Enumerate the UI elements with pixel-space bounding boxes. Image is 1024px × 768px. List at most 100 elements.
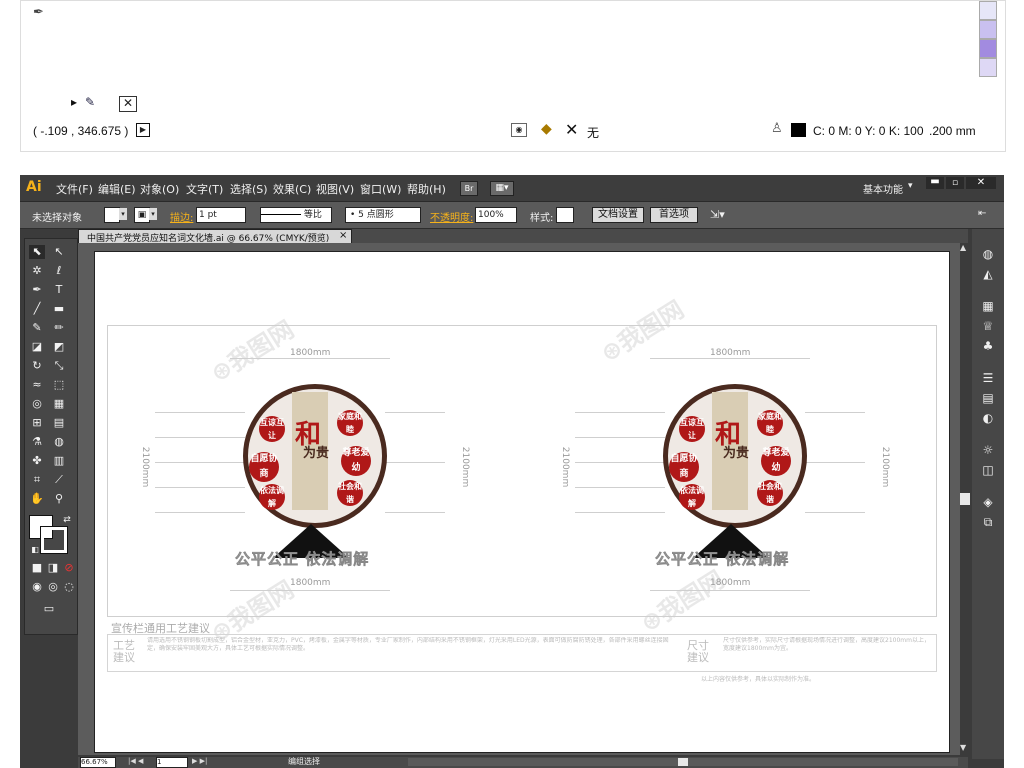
- perspective-grid-tool-icon[interactable]: ▦: [51, 397, 67, 411]
- rotate-tool-icon[interactable]: ↻: [29, 359, 45, 373]
- hand-tool-icon[interactable]: ✋: [29, 492, 45, 506]
- opacity-label[interactable]: 不透明度:: [430, 209, 473, 224]
- type-tool-icon[interactable]: T: [51, 283, 67, 297]
- fill-swatch[interactable]: [104, 207, 120, 223]
- selection-arrow-icon: ▸: [71, 95, 78, 109]
- first-artboard-icon[interactable]: |◀ ◀: [128, 757, 143, 765]
- color-guide-icon[interactable]: ◭: [979, 267, 997, 281]
- magic-wand-tool-icon[interactable]: ✲: [29, 264, 45, 278]
- menu-help[interactable]: 帮助(H): [407, 181, 446, 197]
- none-fill-icon[interactable]: ✕: [119, 96, 137, 112]
- horizontal-scrollbar[interactable]: [408, 758, 958, 766]
- screen-mode-icon[interactable]: ▭: [41, 602, 57, 616]
- draw-behind-icon[interactable]: ◎: [45, 580, 61, 594]
- stroke-label[interactable]: 描边:: [170, 209, 193, 224]
- scroll-down-arrow-icon[interactable]: ▼: [960, 743, 966, 752]
- close-window-button[interactable]: ✕: [966, 177, 996, 189]
- size-label: 尺寸建议: [687, 639, 709, 664]
- transform-icon[interactable]: ⇲▾: [710, 208, 725, 221]
- free-transform-tool-icon[interactable]: ⬚: [51, 378, 67, 392]
- workspace-switcher[interactable]: 基本功能: [863, 181, 903, 196]
- transparency-icon[interactable]: ◐: [979, 411, 997, 425]
- menu-file[interactable]: 文件(F): [56, 181, 93, 197]
- lasso-tool-icon[interactable]: ℓ: [51, 264, 67, 278]
- variable-width-profile[interactable]: 等比: [260, 207, 332, 223]
- slice-tool-icon[interactable]: ⟋: [51, 473, 67, 487]
- artboards-icon[interactable]: ⧉: [979, 515, 997, 529]
- warp-tool-icon[interactable]: ≈: [29, 378, 45, 392]
- selection-tool-icon[interactable]: ⬉: [29, 245, 45, 259]
- color-mode-icon[interactable]: ■: [29, 561, 45, 575]
- column-graph-tool-icon[interactable]: ▥: [51, 454, 67, 468]
- stroke-weight-field[interactable]: 1 pt: [196, 207, 246, 223]
- panel-menu-icon[interactable]: ⇤: [978, 208, 986, 219]
- maximize-button[interactable]: ▫: [946, 177, 964, 189]
- menu-object[interactable]: 对象(O): [140, 181, 179, 197]
- arrange-documents-icon[interactable]: ▦▾: [490, 181, 514, 196]
- artboard-number-field[interactable]: 1: [156, 757, 188, 768]
- gradient-panel-icon[interactable]: ▤: [979, 391, 997, 405]
- menu-type[interactable]: 文字(T): [186, 181, 223, 197]
- scroll-up-arrow-icon[interactable]: ▲: [960, 243, 966, 252]
- zoom-tool-icon[interactable]: ⚲: [51, 492, 67, 506]
- workspace-dropdown-icon[interactable]: ▾: [908, 181, 913, 191]
- next-artboard-icon[interactable]: ▶ ▶|: [192, 757, 207, 765]
- close-tab-icon[interactable]: ×: [339, 230, 347, 241]
- swatches-icon[interactable]: ▦: [979, 299, 997, 313]
- color-panel-icon[interactable]: ◍: [979, 247, 997, 261]
- minimize-button[interactable]: ▬: [926, 177, 944, 189]
- artboard[interactable]: ⊛我图网 ⊛我图网 ⊛我图网 ⊛我图网 1800mm 2100mm 2100mm: [94, 251, 950, 753]
- default-colors-icon[interactable]: ◧: [27, 543, 43, 557]
- scale-tool-icon[interactable]: ⤡: [51, 359, 67, 373]
- pen-tool-icon[interactable]: ✒: [29, 283, 45, 297]
- stroke-swatch[interactable]: ▣: [134, 207, 150, 223]
- canvas-area[interactable]: ⊛我图网 ⊛我图网 ⊛我图网 ⊛我图网 1800mm 2100mm 2100mm: [78, 243, 960, 755]
- rectangle-tool-icon[interactable]: ▬: [51, 302, 67, 316]
- symbol-sprayer-tool-icon[interactable]: ✤: [29, 454, 45, 468]
- zoom-field[interactable]: 66.67%: [80, 757, 116, 768]
- blend-tool-icon[interactable]: ◍: [51, 435, 67, 449]
- preferences-button[interactable]: 首选项: [650, 207, 698, 223]
- bridge-button[interactable]: Br: [460, 181, 478, 196]
- scroll-thumb[interactable]: [960, 493, 970, 505]
- gradient-tool-icon[interactable]: ▤: [51, 416, 67, 430]
- horizontal-scroll-thumb[interactable]: [678, 758, 688, 766]
- appearance-icon[interactable]: ☼: [979, 443, 997, 457]
- menu-effect[interactable]: 效果(C): [273, 181, 311, 197]
- stroke-color-box[interactable]: [40, 526, 68, 554]
- black-color-swatch[interactable]: [791, 123, 806, 137]
- blob-brush-tool-icon[interactable]: ◪: [29, 340, 45, 354]
- document-setup-button[interactable]: 文档设置: [592, 207, 644, 223]
- gradient-mode-icon[interactable]: ◨: [45, 561, 61, 575]
- current-tool-status: 编组选择: [288, 757, 320, 766]
- draw-normal-icon[interactable]: ◉: [29, 580, 45, 594]
- stroke-dropdown-icon[interactable]: ▾: [149, 208, 157, 220]
- style-swatch[interactable]: [556, 207, 574, 223]
- eyedropper-tool-icon[interactable]: ⚗: [29, 435, 45, 449]
- draw-inside-icon[interactable]: ◌: [61, 580, 77, 594]
- opacity-field[interactable]: 100%: [475, 207, 517, 223]
- graphic-styles-icon[interactable]: ◫: [979, 463, 997, 477]
- symbols-icon[interactable]: ♣: [979, 339, 997, 353]
- line-tool-icon[interactable]: ╱: [29, 302, 45, 316]
- none-mode-icon[interactable]: ⊘: [61, 561, 77, 575]
- artboard-tool-icon[interactable]: ⌗: [29, 473, 45, 487]
- menu-window[interactable]: 窗口(W): [360, 181, 401, 197]
- shape-builder-tool-icon[interactable]: ◎: [29, 397, 45, 411]
- fill-dropdown-icon[interactable]: ▾: [119, 208, 127, 220]
- play-button[interactable]: ▶: [136, 123, 150, 137]
- layers-icon[interactable]: ◈: [979, 495, 997, 509]
- mesh-tool-icon[interactable]: ⊞: [29, 416, 45, 430]
- paintbrush-tool-icon[interactable]: ✎: [29, 321, 45, 335]
- stroke-panel-icon[interactable]: ☰: [979, 371, 997, 385]
- swap-fill-stroke-icon[interactable]: ⇄: [59, 513, 75, 527]
- menu-view[interactable]: 视图(V): [316, 181, 354, 197]
- eraser-tool-icon[interactable]: ◩: [51, 340, 67, 354]
- menu-select[interactable]: 选择(S): [230, 181, 268, 197]
- vertical-scrollbar[interactable]: ▲ ▼: [960, 243, 970, 755]
- pencil-tool-icon[interactable]: ✏: [51, 321, 67, 335]
- direct-selection-tool-icon[interactable]: ↖: [51, 245, 67, 259]
- menu-edit[interactable]: 编辑(E): [98, 181, 136, 197]
- brushes-icon[interactable]: ♕: [979, 319, 997, 333]
- brush-definition[interactable]: • 5 点圆形: [345, 207, 421, 223]
